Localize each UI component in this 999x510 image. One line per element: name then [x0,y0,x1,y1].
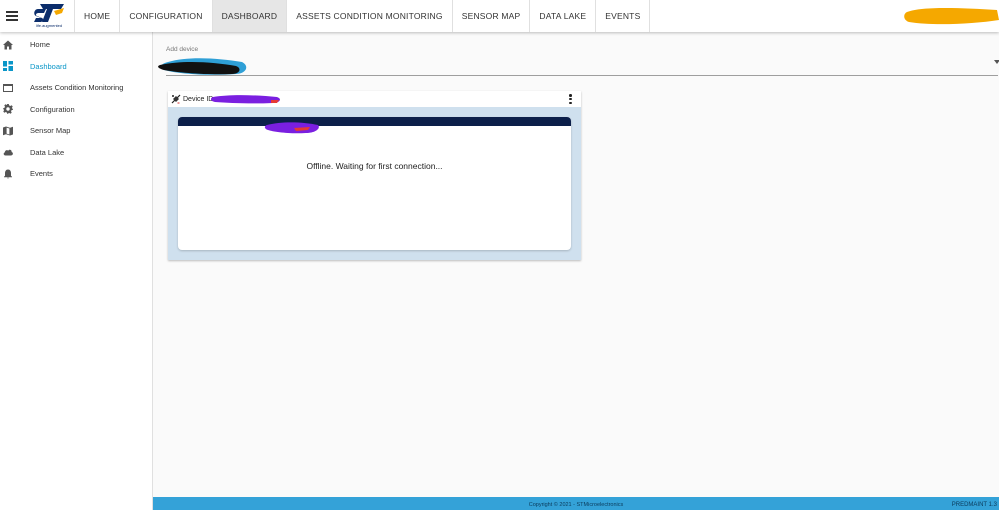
st-logo-icon [34,4,64,22]
nav-events[interactable]: EVENTS [595,0,651,32]
nav-assets-condition-monitoring[interactable]: ASSETS CONDITION MONITORING [286,0,451,32]
home-icon [1,38,14,51]
sidebar-item-label: Dashboard [30,61,67,71]
sidebar-item-label: Events [30,169,53,179]
map-icon [1,124,14,137]
window-icon [1,81,14,94]
nav-data-lake[interactable]: DATA LAKE [529,0,595,32]
bell-icon [1,167,14,180]
cloud-icon [1,146,14,159]
gear-icon [1,103,14,116]
sidebar-item-sensor-map[interactable]: Sensor Map [0,120,152,142]
top-nav: HOME CONFIGURATION DASHBOARD ASSETS COND… [74,0,651,32]
sidebar-item-label: Assets Condition Monitoring [30,83,124,93]
sidebar-item-label: Configuration [30,104,75,114]
sidebar-item-label: Home [30,40,51,50]
footer: Copyright © 2021 - STMicroelectronics PR… [153,497,999,510]
sidebar: Home Dashboard Assets Condition Monitori… [0,32,153,510]
device-card: Device ID : Offline. Waiting for first c… [168,91,581,260]
selected-device-redacted [158,58,247,75]
menu-button[interactable] [0,0,24,32]
sidebar-item-dashboard[interactable]: Dashboard [0,56,152,78]
add-device-select[interactable]: Add device [158,44,999,76]
main-content: Add device Device ID : Offline. Waiting … [153,32,999,497]
dropdown-arrow-icon[interactable] [994,60,999,64]
add-device-label: Add device [166,46,199,53]
sidebar-item-data-lake[interactable]: Data Lake [0,142,152,164]
user-account-redacted[interactable] [903,4,999,26]
top-app-bar: life.augmented HOME CONFIGURATION DASHBO… [0,0,999,32]
nav-configuration[interactable]: CONFIGURATION [119,0,211,32]
more-vert-icon[interactable] [569,94,573,104]
sidebar-item-configuration[interactable]: Configuration [0,99,152,121]
nav-sensor-map[interactable]: SENSOR MAP [451,0,530,32]
dashboard-icon [1,60,14,73]
sidebar-item-home[interactable]: Home [0,34,152,56]
sidebar-item-label: Sensor Map [30,126,71,136]
nav-dashboard[interactable]: DASHBOARD [211,0,287,32]
sidebar-item-events[interactable]: Events [0,163,152,185]
sidebar-item-assets-condition-monitoring[interactable]: Assets Condition Monitoring [0,77,152,99]
device-offline-icon [171,94,181,104]
device-id-redacted [211,95,280,104]
sidebar-item-label: Data Lake [30,147,65,157]
device-status-panel: Offline. Waiting for first connection... [178,117,571,250]
nav-home[interactable]: HOME [74,0,119,32]
footer-version: PREDMAINT 1.3 [951,502,997,508]
device-status-message: Offline. Waiting for first connection... [306,161,443,171]
device-name-redacted [264,122,319,134]
footer-copyright: Copyright © 2021 - STMicroelectronics [528,502,624,508]
hamburger-icon [6,11,18,21]
st-logo[interactable]: life.augmented [24,0,74,32]
logo-tagline: life.augmented [35,23,63,28]
device-card-header: Device ID : [168,91,581,107]
device-panel-titlebar [178,117,571,126]
